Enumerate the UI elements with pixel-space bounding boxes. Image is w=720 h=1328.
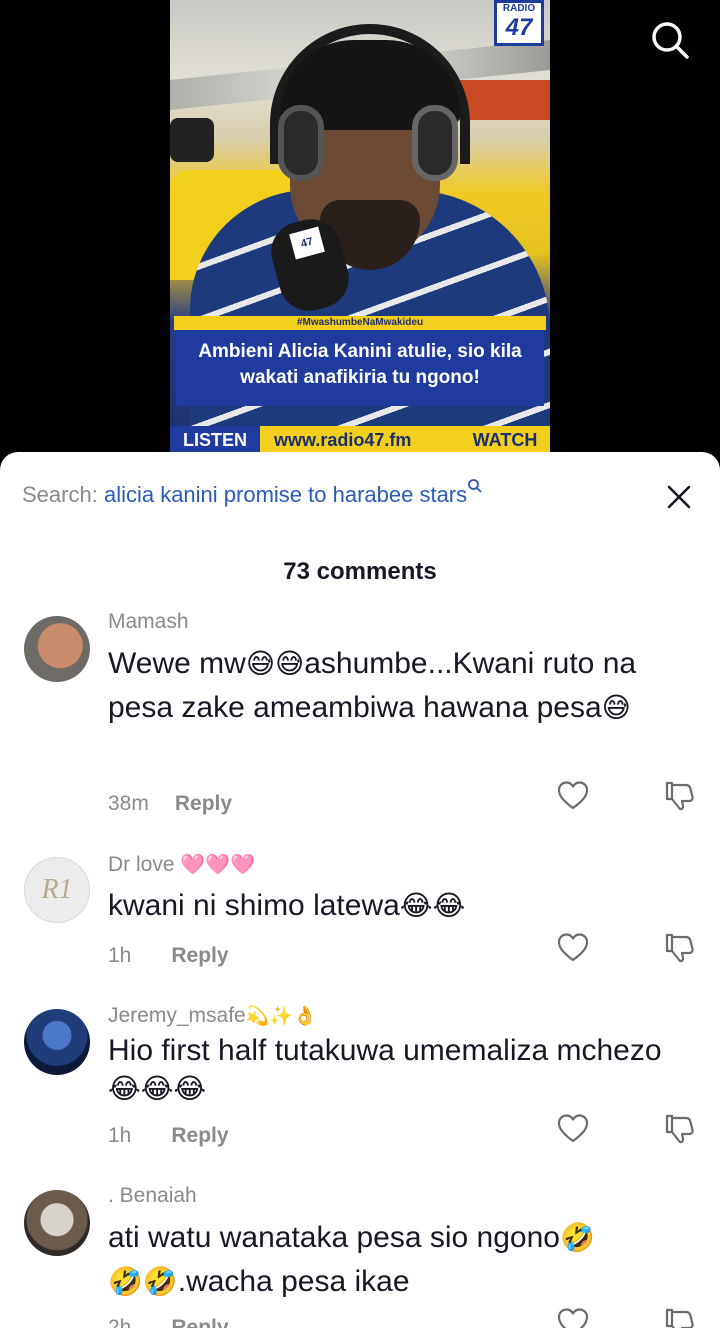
caption-line-1: Ambieni Alicia Kanini atulie, sio kila bbox=[198, 341, 522, 362]
emoji-sweat-smile: 😅😅 bbox=[245, 648, 305, 679]
comment-text-part: .wacha pesa ikae bbox=[177, 1265, 410, 1298]
reply-button[interactable]: Reply bbox=[171, 944, 228, 967]
comments-count: 73 comments bbox=[283, 558, 437, 585]
comment-username[interactable]: Mamash bbox=[108, 610, 189, 634]
listen-banner: LISTEN bbox=[170, 426, 260, 454]
caption-line-2: wakati anafikiria tu ngono! bbox=[240, 367, 480, 388]
comment-text-part: ati watu wanataka pesa sio ngono bbox=[108, 1221, 560, 1254]
video-hashtag: #MwashumbeNaMwakideu bbox=[174, 316, 546, 330]
comment-time: 1h bbox=[108, 1124, 132, 1147]
search-icon bbox=[468, 479, 482, 493]
search-prefix: Search: bbox=[22, 482, 98, 507]
comment-meta: 1h Reply bbox=[108, 944, 229, 968]
video-frame: 47 RADIO 47 #MwashumbeNaMwakideu Ambieni… bbox=[170, 0, 550, 460]
heart-icon[interactable] bbox=[556, 1306, 590, 1328]
emoji-tears-of-joy: 😂😂 bbox=[399, 890, 466, 921]
comment-meta: 2h Reply bbox=[108, 1316, 229, 1328]
search-icon[interactable] bbox=[648, 18, 692, 62]
video-player[interactable]: 47 RADIO 47 #MwashumbeNaMwakideu Ambieni… bbox=[0, 0, 720, 470]
studio-mic-left bbox=[170, 118, 214, 162]
avatar[interactable]: R1 bbox=[24, 857, 90, 923]
avatar[interactable] bbox=[24, 1190, 90, 1256]
dislike-icon[interactable] bbox=[662, 1112, 696, 1146]
comment-username[interactable]: Dr love 🩷🩷🩷 bbox=[108, 852, 255, 877]
reply-button[interactable]: Reply bbox=[171, 1124, 228, 1147]
comment-text: ati watu wanataka pesa sio ngono🤣 🤣🤣.wach… bbox=[108, 1216, 708, 1304]
comment-text: kwani ni shimo latewa😂😂 bbox=[108, 884, 708, 928]
logo-big-text: 47 bbox=[505, 14, 533, 41]
emoji-rofl: 🤣 bbox=[559, 1222, 595, 1253]
emoji-tears-of-joy: 😂😂😂 bbox=[108, 1073, 207, 1104]
comment-username[interactable]: . Benaiah bbox=[108, 1184, 197, 1208]
username-text: Dr love bbox=[108, 853, 175, 876]
watch-banner: WATCH bbox=[460, 426, 550, 454]
dislike-icon[interactable] bbox=[662, 931, 696, 965]
reply-button[interactable]: Reply bbox=[175, 792, 232, 815]
sparkle-emoji: 💫✨👌 bbox=[245, 1006, 317, 1027]
dislike-icon[interactable] bbox=[662, 779, 696, 813]
comment-text-part: Wewe mw bbox=[108, 647, 246, 680]
avatar[interactable] bbox=[24, 1009, 90, 1075]
dislike-icon[interactable] bbox=[662, 1306, 696, 1328]
search-suggestion[interactable]: Search: alicia kanini promise to harabee… bbox=[22, 479, 483, 508]
comment-meta: 38m Reply bbox=[108, 792, 232, 816]
comments-sheet: Search: alicia kanini promise to harabee… bbox=[0, 452, 720, 1328]
comment-meta: 1h Reply bbox=[108, 1124, 229, 1148]
heart-icon[interactable] bbox=[556, 1112, 590, 1146]
radio47-logo: RADIO 47 bbox=[494, 0, 544, 46]
heart-icon[interactable] bbox=[556, 931, 590, 965]
close-icon[interactable] bbox=[664, 482, 694, 512]
search-query[interactable]: alicia kanini promise to harabee stars bbox=[104, 482, 467, 507]
comment-text-part: Hio first half tutakuwa umemaliza mchezo bbox=[108, 1034, 662, 1067]
comment-text: Wewe mw😅😅ashumbe...Kwani ruto na pesa za… bbox=[108, 642, 708, 730]
headphone-left bbox=[278, 105, 324, 181]
site-url: www.radio47.fm bbox=[274, 430, 412, 450]
emoji-rofl: 🤣🤣 bbox=[108, 1266, 178, 1297]
comment-text: Hio first half tutakuwa umemaliza mchezo… bbox=[108, 1032, 708, 1108]
headphone-right bbox=[412, 105, 458, 181]
emoji-sweat-smile: 😅 bbox=[601, 692, 631, 723]
comment-time: 38m bbox=[108, 792, 149, 815]
heart-emoji: 🩷🩷🩷 bbox=[180, 854, 256, 876]
avatar[interactable] bbox=[24, 616, 90, 682]
reply-button[interactable]: Reply bbox=[171, 1316, 228, 1328]
username-text: Jeremy_msafe bbox=[108, 1004, 246, 1027]
comment-text-part: kwani ni shimo latewa bbox=[108, 889, 400, 922]
comment-time: 2h bbox=[108, 1316, 132, 1328]
video-caption: Ambieni Alicia Kanini atulie, sio kila w… bbox=[176, 330, 544, 406]
comment-time: 1h bbox=[108, 944, 132, 967]
heart-icon[interactable] bbox=[556, 779, 590, 813]
comment-username[interactable]: Jeremy_msafe💫✨👌 bbox=[108, 1004, 317, 1028]
